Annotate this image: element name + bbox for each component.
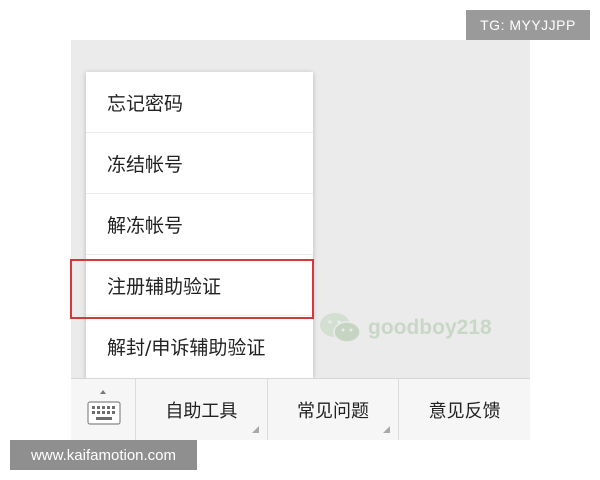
tg-watermark: TG: MYYJJPP [466,10,590,40]
tab-feedback-label: 意见反馈 [428,400,501,422]
site-watermark: www.kaifamotion.com [10,440,197,470]
menu-item-forgot-password[interactable]: 忘记密码 [86,72,313,133]
tab-faq-label: 常见问题 [297,400,369,422]
keyboard-icon [87,401,121,425]
submenu-corner-icon [383,426,391,433]
wechat-watermark: goodboy218 [316,310,492,346]
menu-item-registration-verification[interactable]: 注册辅助验证 [86,255,313,316]
keyboard-toggle-button[interactable] [71,379,136,440]
tab-feedback[interactable]: 意见反馈 [399,379,530,440]
wechat-logo-icon [320,313,361,343]
tab-self-service-tools-label: 自助工具 [165,400,238,422]
menu-item-freeze-account[interactable]: 冻结帐号 [86,133,313,194]
tab-faq[interactable]: 常见问题 [268,379,400,440]
watermark-account: goodboy218 [368,316,492,339]
caret-up-icon [100,390,106,394]
submenu-corner-icon [251,426,259,433]
menu-item-unfreeze-account[interactable]: 解冻帐号 [86,194,313,255]
popup-menu: 忘记密码 冻结帐号 解冻帐号 注册辅助验证 解封/申诉辅助验证 [86,72,313,378]
tab-self-service-tools[interactable]: 自助工具 [136,379,268,440]
bottom-menu-bar: 自助工具 常见问题 意见反馈 [71,378,530,440]
menu-item-unblock-appeal-verification[interactable]: 解封/申诉辅助验证 [86,316,313,377]
